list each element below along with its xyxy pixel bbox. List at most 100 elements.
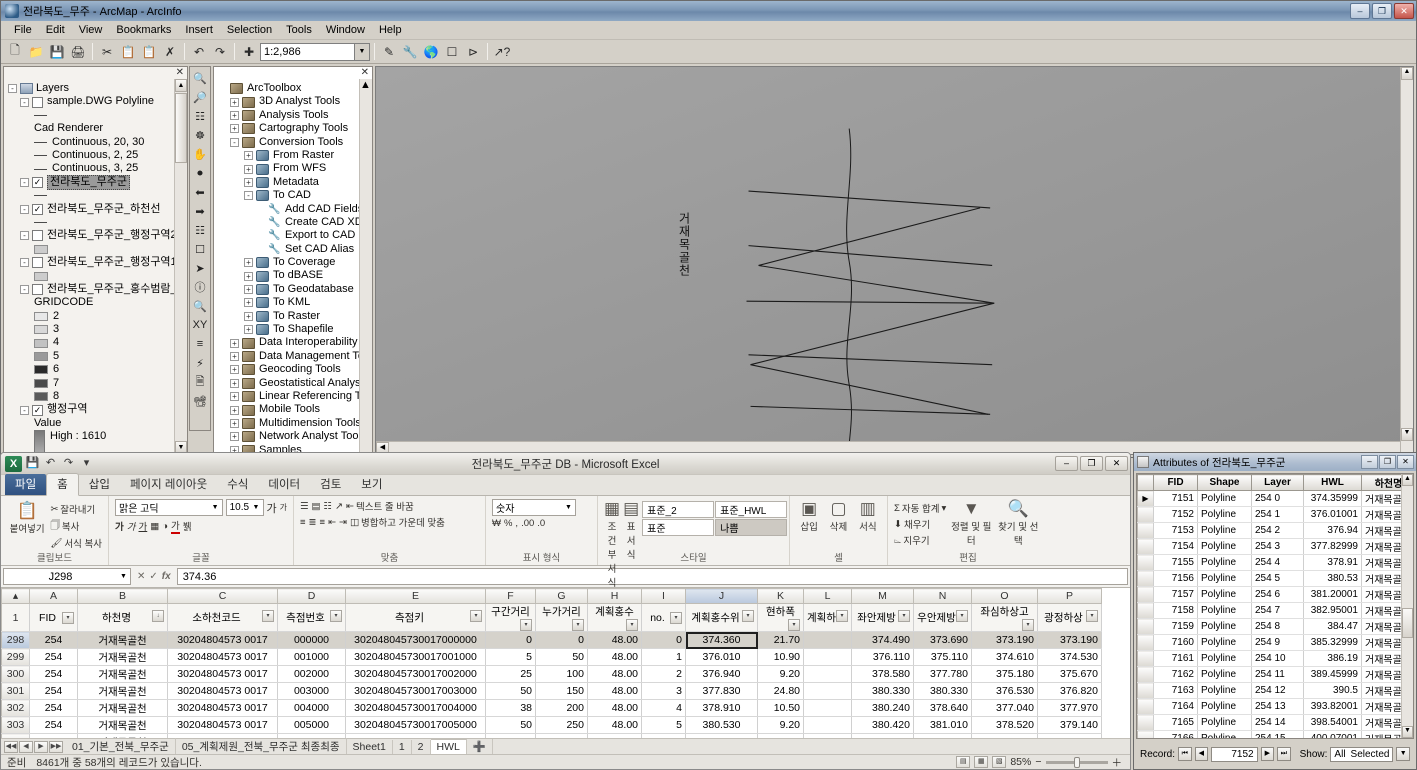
fill-button[interactable]: ⬇ 채우기	[894, 517, 946, 532]
attr-cell[interactable]: 254 12	[1251, 682, 1304, 699]
page-break-icon[interactable]: ▧	[992, 756, 1007, 768]
cell[interactable]: 10.50	[757, 699, 804, 717]
tab-data[interactable]: 데이터	[258, 474, 310, 495]
name-box[interactable]: J298 ▼	[3, 568, 131, 585]
column-header-L[interactable]: L	[803, 588, 852, 604]
row-header[interactable]: 300	[1, 665, 30, 683]
time-slider-icon[interactable]: 📽	[191, 392, 209, 410]
row-selector[interactable]	[1137, 714, 1154, 731]
accept-formula-icon[interactable]: ✓	[149, 571, 157, 582]
filter-icon[interactable]: ▾	[956, 610, 968, 622]
row-header[interactable]: 298	[1, 631, 30, 649]
cell[interactable]: 378.520	[971, 716, 1038, 734]
attr-cell[interactable]: 254 10	[1251, 650, 1304, 667]
borders-button[interactable]: ▦	[150, 521, 159, 532]
layer-checkbox[interactable]: ✓	[32, 203, 43, 215]
toolbox-item-16[interactable]: + To KML	[218, 296, 370, 309]
maximize-button[interactable]: ❐	[1372, 3, 1392, 19]
page-layout-icon[interactable]: ▦	[974, 756, 989, 768]
arctoolbox-scrollbar[interactable]: ▲	[359, 79, 372, 454]
toolbox-item-5[interactable]: + From Raster	[218, 149, 370, 162]
insert-cells-button[interactable]: ▣ 삽입	[796, 499, 822, 533]
tab-view[interactable]: 보기	[351, 474, 392, 495]
expander-icon[interactable]: -	[244, 191, 253, 201]
hyperlink-icon[interactable]: ⚡	[191, 354, 209, 372]
cell[interactable]: 373.190	[971, 631, 1038, 649]
save-icon[interactable]: 💾	[47, 42, 67, 62]
paste-button[interactable]: 📋 붙여넣기	[7, 501, 47, 535]
cell[interactable]: 375.670	[1037, 665, 1102, 683]
sheet-tab-0[interactable]: 01_기본_전북_무주군	[66, 738, 176, 755]
expander-icon[interactable]: +	[244, 325, 253, 335]
copy-button[interactable]: 🗍 복사	[50, 518, 102, 534]
cell[interactable]: 001000	[277, 648, 346, 666]
expander-icon[interactable]: -	[8, 84, 17, 94]
cell[interactable]: 378.580	[851, 665, 914, 683]
cell[interactable]: 302048045730017001000	[345, 648, 486, 666]
expander-icon[interactable]: +	[244, 177, 253, 187]
column-header-A[interactable]: A	[29, 588, 78, 604]
table-row[interactable]: 302 254 거재목골천 30204804573 0017 004000 3020480…	[1, 699, 1102, 717]
cell[interactable]: 48.00	[587, 699, 642, 717]
cell[interactable]: 30204804573 0017	[167, 631, 278, 649]
expander-icon[interactable]: -	[20, 231, 29, 241]
sheet-tab-6[interactable]: ➕	[467, 739, 493, 754]
expander-icon[interactable]: +	[230, 418, 239, 428]
toc-item-0[interactable]: - Layers	[8, 82, 185, 95]
map-canvas[interactable]: 거재목골천 ▲ ▼ ◀	[375, 66, 1414, 455]
next-sheet-icon[interactable]: ▶	[34, 740, 48, 753]
col-filter-header-12[interactable]: 좌안제방 ▾	[851, 603, 914, 632]
map-scale-combo[interactable]: 1:2,986 ▼	[260, 42, 370, 61]
filter-icon[interactable]: ▾	[262, 610, 274, 622]
row-selector[interactable]: ▶	[1137, 490, 1154, 507]
attr-cell[interactable]: 254 0	[1251, 490, 1304, 507]
toc-item-4[interactable]: Continuous, 20, 30	[8, 136, 185, 149]
cell[interactable]: 380.330	[851, 682, 914, 700]
col-filter-header-11[interactable]: 계획하 ▾	[803, 603, 852, 632]
cell[interactable]: 거재목골천	[77, 665, 168, 683]
col-filter-header-8[interactable]: no. ▾	[641, 603, 686, 632]
attr-row[interactable]: 7163 Polyline 254 12 390.5 거재목골천	[1137, 682, 1413, 699]
attr-row[interactable]: 7165 Polyline 254 14 398.54001 거재목골천	[1137, 714, 1413, 731]
tab-insert[interactable]: 삽입	[79, 474, 120, 495]
cell[interactable]: 373.690	[913, 631, 972, 649]
cell[interactable]: 254	[29, 631, 78, 649]
show-filter[interactable]: All Selected	[1330, 746, 1394, 762]
filter-icon[interactable]: ▾	[670, 611, 682, 624]
attr-cell[interactable]: 7166	[1153, 730, 1198, 738]
filter-icon[interactable]: ▾	[520, 619, 532, 631]
attr-cell[interactable]: 7159	[1153, 618, 1198, 635]
attr-cell[interactable]: 254 4	[1251, 554, 1304, 571]
toolbox-item-24[interactable]: + Mobile Tools	[218, 403, 370, 416]
attr-row[interactable]: 7155 Polyline 254 4 378.91 거재목골천	[1137, 554, 1413, 571]
cell[interactable]: 376.010	[685, 648, 758, 666]
cell[interactable]: 376.530	[971, 682, 1038, 700]
toc-item-17[interactable]: 2	[8, 310, 185, 323]
select-all-corner[interactable]: ▴	[1, 588, 30, 604]
cell[interactable]: 200	[535, 699, 588, 717]
filter-icon[interactable]: ▾	[330, 610, 342, 622]
format-cells-button[interactable]: ▥ 서식	[855, 499, 881, 533]
attr-cell[interactable]: Polyline	[1197, 586, 1252, 603]
toolbox-item-20[interactable]: + Data Management Tools	[218, 350, 372, 363]
increase-indent-icon[interactable]: ⇥	[339, 517, 347, 528]
attr-cell[interactable]: 386.19	[1303, 650, 1362, 667]
chevron-down-icon[interactable]: ▼	[354, 43, 369, 60]
attr-cell[interactable]: Polyline	[1197, 490, 1252, 507]
cell[interactable]: 4	[641, 699, 686, 717]
attr-column-header-0[interactable]: FID	[1153, 474, 1198, 491]
toc-item-14[interactable]	[8, 269, 185, 282]
toolbox-icon[interactable]: 🔧	[400, 42, 420, 62]
attr-cell[interactable]: 376.01001	[1303, 506, 1362, 523]
pan-icon[interactable]: ✋	[191, 145, 209, 163]
attr-cell[interactable]: 7156	[1153, 570, 1198, 587]
cell[interactable]: 9.20	[757, 665, 804, 683]
cell[interactable]: 003000	[277, 682, 346, 700]
sort-filter-button[interactable]: ▼ 정렬 및 필터	[949, 499, 993, 547]
print-icon[interactable]: 🖨	[68, 42, 88, 62]
toc-item-18[interactable]: 3	[8, 323, 185, 336]
show-all-option[interactable]: All	[1334, 749, 1345, 760]
cell[interactable]: 380.240	[851, 699, 914, 717]
attr-cell[interactable]: 254 5	[1251, 570, 1304, 587]
record-number-input[interactable]: 7152	[1211, 746, 1258, 762]
